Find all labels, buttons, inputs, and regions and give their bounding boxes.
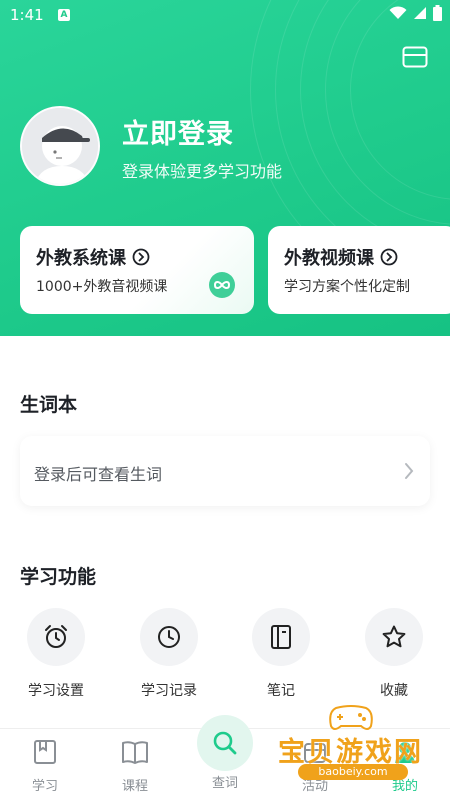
feature-label: 学习记录 [141, 683, 197, 699]
tab-courses[interactable]: 课程 [105, 739, 165, 794]
tab-study[interactable]: 学习 [15, 739, 75, 794]
promo-card-system-course[interactable]: 外教系统课 1000+外教音视频课 [20, 226, 254, 314]
status-app-badge: A [58, 9, 70, 21]
tab-lookup[interactable]: 查词 [195, 715, 255, 791]
feature-icon-wrap [365, 608, 423, 666]
status-icons [389, 5, 442, 21]
vocab-section-title: 生词本 [20, 394, 78, 416]
signal-icon [414, 7, 426, 19]
feature-label: 收藏 [380, 683, 408, 699]
gamepad-icon [329, 705, 373, 730]
vocab-card[interactable]: 登录后可查看生词 [20, 436, 430, 506]
tab-label: 学习 [31, 779, 58, 794]
star-icon [382, 625, 406, 648]
feature-notes[interactable]: 笔记 [236, 608, 326, 700]
promo-title-text: 外教系统课 [36, 248, 126, 269]
feature-label: 笔记 [267, 683, 295, 699]
watermark: 宝贝游戏网 baobeiy.com [276, 700, 446, 780]
notebook-icon [271, 625, 291, 649]
tab-label: 查词 [211, 776, 238, 791]
features-section-title: 学习功能 [20, 566, 97, 588]
tab-label: 课程 [121, 779, 148, 794]
arrow-circle-icon [380, 248, 398, 266]
feature-study-settings[interactable]: 学习设置 [11, 608, 101, 700]
feature-favorites[interactable]: 收藏 [349, 608, 439, 700]
feature-icon-wrap [27, 608, 85, 666]
feature-icon-wrap [252, 608, 310, 666]
promo-subtitle: 学习方案个性化定制 [284, 279, 410, 295]
promo-title: 外教视频课 [284, 244, 398, 270]
lookup-bubble [197, 715, 253, 771]
wifi-icon [389, 6, 407, 19]
battery-icon [433, 5, 442, 21]
feature-label: 学习设置 [28, 683, 84, 699]
chevron-right-icon [405, 463, 414, 479]
vocab-placeholder: 登录后可查看生词 [34, 465, 163, 484]
promo-title-text: 外教视频课 [284, 248, 374, 269]
status-time: 1:41 [10, 6, 44, 24]
status-bar: 1:41 A [0, 0, 450, 32]
login-title[interactable]: 立即登录 [122, 112, 234, 151]
arrow-circle-icon [132, 248, 150, 266]
promo-title: 外教系统课 [36, 244, 150, 270]
feature-study-records[interactable]: 学习记录 [124, 608, 214, 700]
promo-card-video-course[interactable]: 外教视频课 学习方案个性化定制 [268, 226, 450, 314]
promo-subtitle: 1000+外教音视频课 [36, 279, 168, 295]
bookmark-icon [34, 740, 56, 764]
feature-icon-wrap [140, 608, 198, 666]
alarm-clock-icon [45, 625, 67, 648]
login-subtitle: 登录体验更多学习功能 [122, 162, 283, 181]
infinity-badge-icon [209, 272, 235, 298]
avatar[interactable] [20, 106, 100, 186]
mail-icon [402, 46, 428, 68]
search-icon [213, 731, 237, 755]
clock-icon [158, 626, 180, 648]
message-button[interactable] [400, 44, 430, 70]
watermark-url: baobeiy.com [298, 764, 408, 780]
book-icon [122, 741, 148, 764]
